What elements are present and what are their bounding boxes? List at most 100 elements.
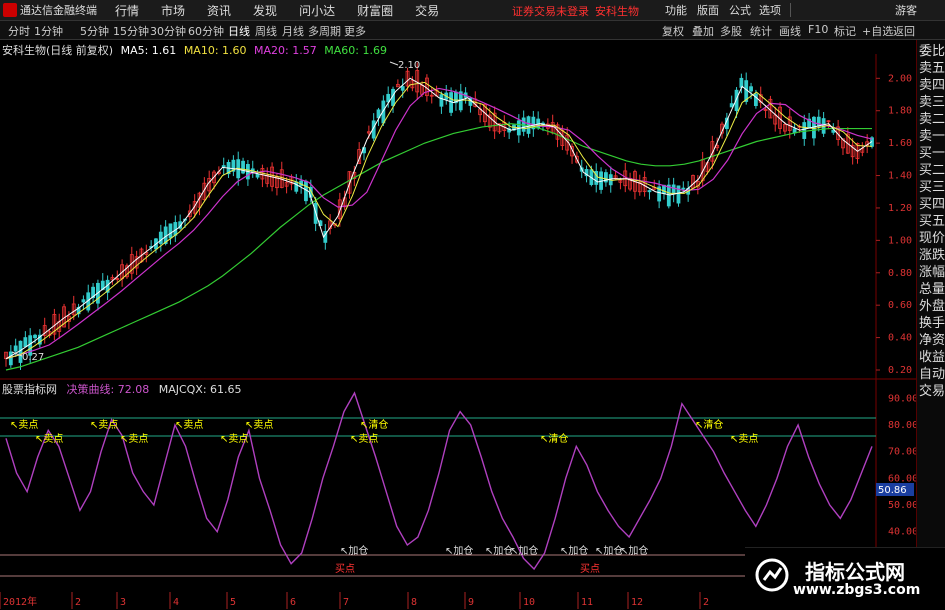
date-tick-label: 7 [343,597,349,608]
app-logo-icon [3,3,17,17]
date-tick-label: 8 [411,597,417,608]
side-item[interactable]: 委比 [919,44,945,60]
tool-draw-line[interactable]: 画线 [779,23,801,39]
indicator-tick-label: 80.00 [888,420,916,431]
indicator-tick-label: 50.00 [888,500,916,511]
indicator-tick-label: 40.00 [888,527,916,538]
side-item[interactable]: 换手 [919,316,945,332]
sell-signal-label: ↖卖点 [175,419,203,431]
side-item[interactable]: 买四 [919,197,945,213]
side-item[interactable]: 卖一 [919,129,945,145]
candle-body [221,165,226,168]
side-item[interactable]: 卖三 [919,95,945,111]
price-axis: 2.00 1.80 1.60 1.40 1.20 1.00 0.80 0.60 0.40 0.20 [876,73,912,376]
candle-body [241,160,245,174]
side-item[interactable]: 总量 [919,282,945,298]
side-item[interactable]: 买三 [919,180,945,196]
side-item[interactable]: 涨幅 [919,265,945,281]
side-item[interactable]: 卖五 [919,61,945,77]
menu-item-wealth[interactable]: 财富圈 [357,2,393,19]
tab-period-5min[interactable]: 5分钟 [80,23,109,39]
majcqx-label: MAJCQX: 61.65 [158,383,242,396]
watermark-logo-icon [755,558,789,592]
side-item[interactable]: 净资 [919,333,945,349]
price-tick-label: 1.60 [888,138,912,149]
side-item[interactable]: 买二 [919,163,945,179]
indicator-axis: 90.00 80.00 70.00 60.00 50.00 40.00 [888,393,916,537]
menu-guest[interactable]: 游客 [895,2,917,18]
tool-f10[interactable]: F10 [808,23,828,36]
watermark-url: www.zbgs3.com [793,582,921,598]
candle-body [681,187,686,190]
side-item[interactable]: 卖四 [919,78,945,94]
menu-item-ask[interactable]: 问小达 [299,2,335,19]
side-item[interactable]: 买一 [919,146,945,162]
candle-body [526,116,531,134]
menu-options[interactable]: 选项 [759,2,781,18]
menu-function[interactable]: 功能 [665,2,687,18]
tab-period-1min[interactable]: 1分钟 [34,23,63,39]
ma10-line [5,81,873,360]
tab-period-15min[interactable]: 15分钟 [113,23,149,39]
price-tick-label: 2.00 [888,73,912,84]
add-position-label: ↖加仓 [560,544,588,557]
tab-period-intraday[interactable]: 分时 [8,23,30,39]
menu-item-trade[interactable]: 交易 [415,2,439,19]
price-tick-label: 1.80 [888,106,912,117]
tool-multi-stock[interactable]: 多股 [720,23,742,39]
indicator-tick-label: 60.00 [888,473,916,484]
side-item[interactable]: 外盘 [919,299,945,315]
tool-overlay[interactable]: 叠加 [692,23,714,39]
side-item[interactable]: 收益 [919,350,945,366]
signal-labels: ↖卖点↖卖点↖卖点↖卖点↖卖点↖卖点↖卖点↖卖点↖清仓↖清仓↖清仓↖卖点↖加仓 ↖… [10,418,758,575]
sell-signal-label: ↖卖点 [245,419,273,431]
candle-body [439,94,444,107]
tab-period-more[interactable]: 更多 [344,23,366,39]
tool-restore-rights[interactable]: 复权 [662,23,684,39]
candle-body [23,337,28,348]
candle-body [802,122,807,139]
login-notice[interactable]: 证券交易未登录 安科生物 [512,3,639,19]
tool-mark[interactable]: 标记 [834,23,856,39]
tool-back[interactable]: 返回 [893,23,915,39]
ma60-line [5,123,872,371]
add-position-label: ↖加仓 [620,544,648,557]
price-tick-label: 1.00 [888,235,912,246]
price-tick-label: 0.80 [888,268,912,279]
menu-item-news[interactable]: 资讯 [207,2,231,19]
sell-signal-label: ↖清仓 [360,418,388,431]
tab-period-multi[interactable]: 多周期 [308,23,341,39]
buy-signal-label: 买点 [580,563,600,575]
side-item[interactable]: 自动 [919,367,945,383]
tab-period-daily[interactable]: 日线 [228,23,250,39]
tool-add-favorite[interactable]: +自选 [862,23,893,39]
sell-signal-label: ↖卖点 [350,433,378,445]
candle-body [753,93,758,106]
menu-item-quotes[interactable]: 行情 [115,2,139,19]
tab-period-30min[interactable]: 30分钟 [150,23,186,39]
menu-item-discover[interactable]: 发现 [253,2,277,19]
kline-chart[interactable]: 2.00 1.80 1.60 1.40 1.20 1.00 0.80 0.60 0.40 0.20… [0,40,916,609]
side-item[interactable]: 交易 [919,384,945,400]
tab-period-60min[interactable]: 60分钟 [188,23,224,39]
tool-statistics[interactable]: 统计 [750,23,772,39]
sell-signal-label: ↖卖点 [10,419,38,431]
menu-item-market[interactable]: 市场 [161,2,185,19]
indicator-tick-label: 90.00 [888,393,916,404]
side-item[interactable]: 卖二 [919,112,945,128]
side-item[interactable]: 涨跌 [919,248,945,264]
sell-signal-label: ↖清仓 [695,418,723,431]
candlestick-series [4,62,874,370]
candle-body [33,334,37,339]
date-tick-label: 3 [120,597,126,608]
menu-layout[interactable]: 版面 [697,2,719,18]
candle-body [816,116,821,127]
date-tick-label: 11 [581,597,593,608]
quote-side-panel[interactable]: 委比 卖五 卖四 卖三 卖二 卖一 买一 买二 买三 买四 买五 现价 涨跌 涨幅 总量 外盘 换手 净资 收益 自动… [916,40,945,609]
menu-formula[interactable]: 公式 [729,2,751,18]
tab-period-monthly[interactable]: 月线 [282,23,304,39]
candle-body [168,223,173,239]
tab-period-weekly[interactable]: 周线 [255,23,277,39]
side-item[interactable]: 买五 [919,214,945,230]
side-item[interactable]: 现价 [919,231,945,247]
